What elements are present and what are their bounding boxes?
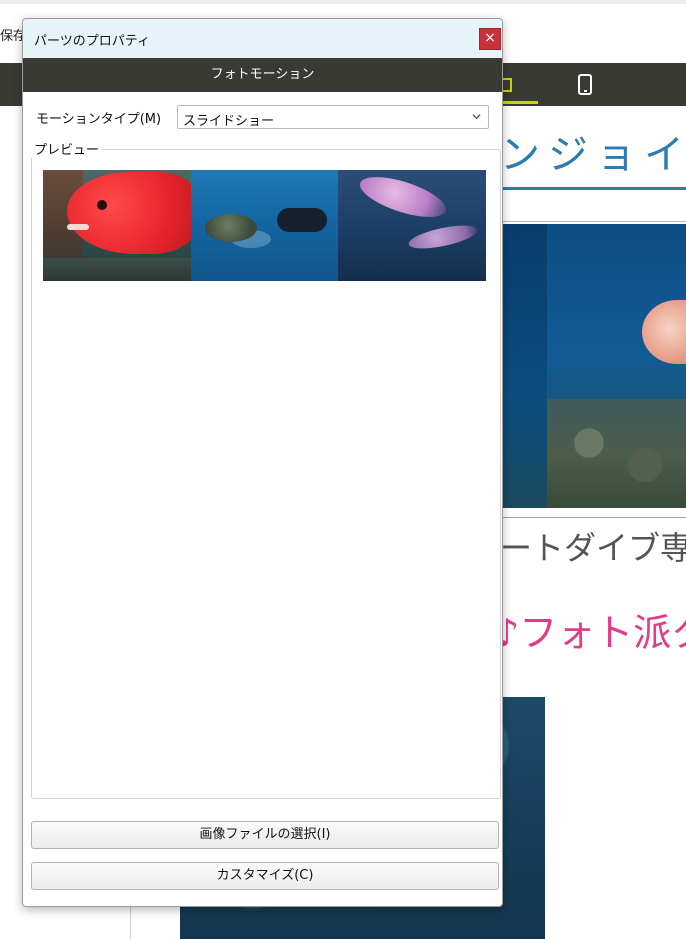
tablet-icon [502,78,512,92]
heading-underline [500,187,686,190]
background-top-line [0,0,686,4]
close-button[interactable]: × [479,28,501,50]
hero-image [500,224,686,508]
chevron-down-icon [472,114,481,120]
preview-image-red-fish [43,170,191,281]
dialog-title: パーツのプロパティ [34,34,150,49]
divider [500,517,686,518]
close-icon: × [484,30,496,46]
preview-slideshow [43,170,486,281]
hero-image-reef [547,399,686,508]
preview-image-turtle-diver [191,170,338,281]
page-heading: ンジョイ [500,132,686,178]
smartphone-view-icon[interactable] [578,74,592,95]
page-subtitle: ートダイブ専門 [500,529,686,567]
app-window: 保存 ンジョイ ートダイブ専門 ♪フォト派タ パーツのプロパティ × フォトモー… [0,0,686,939]
customize-button[interactable]: カスタマイズ(C) [31,862,499,890]
preview-label: プレビュー [31,139,103,158]
divider [500,221,686,222]
hero-image-fish [642,300,686,364]
motion-type-select[interactable]: スライドショー [177,105,489,129]
parts-properties-dialog: パーツのプロパティ × フォトモーション モーションタイプ(M) スライドショー… [22,18,503,907]
dialog-titlebar[interactable]: パーツのプロパティ × [23,19,502,59]
section-title: ♪フォト派タ [495,611,686,655]
select-image-files-button[interactable]: 画像ファイルの選択(I) [31,821,499,849]
motion-type-label: モーションタイプ(M) [36,112,162,127]
section-header: フォトモーション [23,58,502,92]
hero-image-pillar [500,224,547,508]
motion-type-value: スライドショー [183,114,275,129]
preview-image-squid [338,170,486,281]
